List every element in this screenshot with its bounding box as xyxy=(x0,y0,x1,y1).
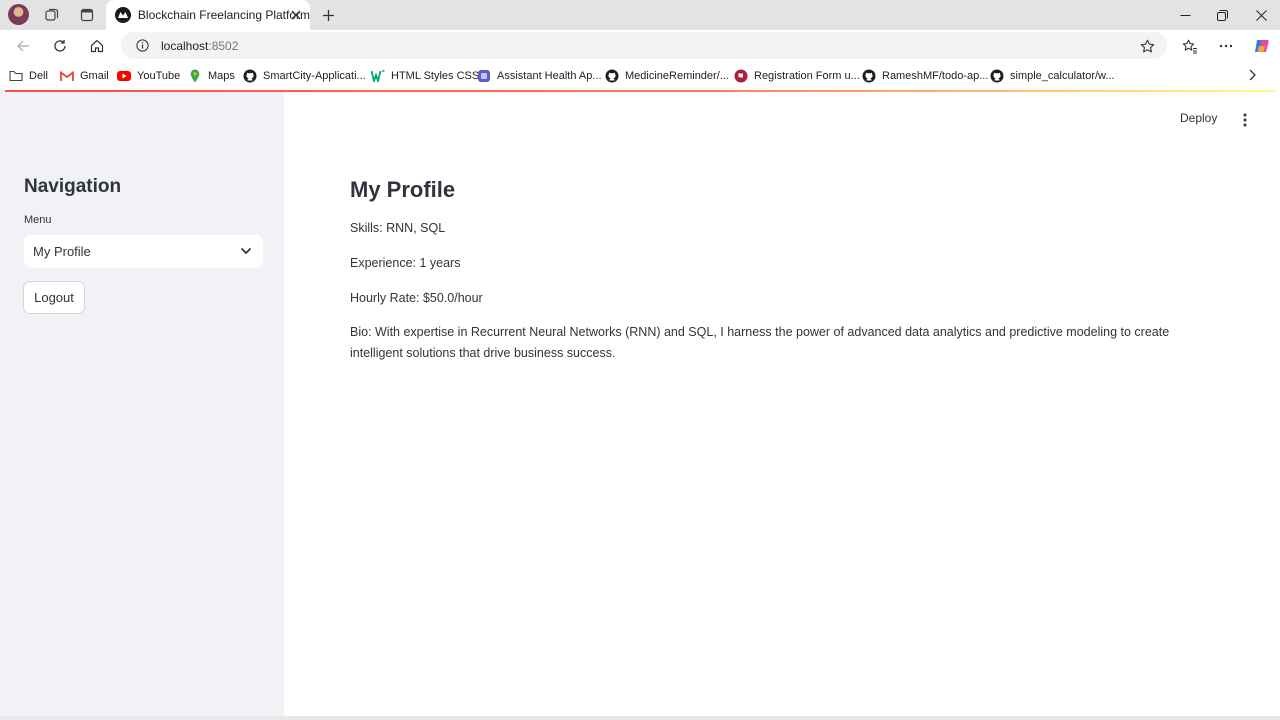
window-bottom-edge xyxy=(0,716,1280,720)
tab-title: Blockchain Freelancing Platform xyxy=(137,8,310,22)
sidebar-heading: Navigation xyxy=(24,176,122,197)
github-icon xyxy=(243,69,257,83)
browser-tab-strip: Blockchain Freelancing Platform xyxy=(0,0,1280,30)
active-tab[interactable]: Blockchain Freelancing Platform xyxy=(106,0,310,30)
bookmark-dell[interactable]: Dell xyxy=(9,68,48,84)
close-window-icon[interactable] xyxy=(1242,0,1280,30)
minimize-icon[interactable] xyxy=(1166,0,1204,30)
site-icon xyxy=(734,69,748,83)
copilot-icon[interactable] xyxy=(1249,33,1275,59)
url-port: :8502 xyxy=(208,38,239,53)
refresh-icon[interactable] xyxy=(47,33,73,59)
address-bar[interactable]: localhost:8502 xyxy=(121,32,1167,59)
bookmark-simple-calculator[interactable]: simple_calculator/w... xyxy=(990,68,1115,84)
menu-select[interactable]: My Profile xyxy=(24,235,263,268)
profile-skills: Skills: RNN, SQL xyxy=(350,221,446,235)
bookmark-maps[interactable]: Maps xyxy=(188,68,235,84)
workspaces-icon[interactable] xyxy=(40,3,64,27)
page-title: My Profile xyxy=(350,177,456,202)
chevron-right-icon[interactable] xyxy=(1244,67,1260,83)
menu-select-value: My Profile xyxy=(33,244,91,259)
more-options-icon[interactable] xyxy=(1213,33,1239,59)
bookmark-smartcity[interactable]: SmartCity-Applicati... xyxy=(243,68,366,84)
github-icon xyxy=(862,69,876,83)
gmail-icon xyxy=(60,69,74,83)
site-info-icon[interactable] xyxy=(135,39,149,53)
w3schools-icon xyxy=(371,69,385,83)
favorites-icon[interactable] xyxy=(1177,33,1203,59)
streamlit-app: Navigation Menu My Profile Logout Deploy… xyxy=(0,90,1280,720)
back-icon[interactable] xyxy=(10,33,36,59)
streamlit-favicon-icon xyxy=(115,7,131,23)
sidebar: Navigation Menu My Profile Logout xyxy=(0,90,284,720)
github-icon xyxy=(605,69,619,83)
profile-experience: Experience: 1 years xyxy=(350,256,461,270)
maps-icon xyxy=(188,69,202,83)
menu-label: Menu xyxy=(24,214,52,226)
bookmark-medicine-reminder[interactable]: MedicineReminder/... xyxy=(605,68,729,84)
main-menu-icon[interactable] xyxy=(1237,112,1253,128)
vertical-tabs-icon[interactable] xyxy=(75,3,99,27)
close-tab-icon[interactable] xyxy=(288,7,304,23)
url-host: localhost xyxy=(161,38,209,53)
youtube-icon xyxy=(117,69,131,83)
folder-icon xyxy=(9,69,23,83)
profile-hourly-rate: Hourly Rate: $50.0/hour xyxy=(350,291,483,305)
deploy-button[interactable]: Deploy xyxy=(1180,111,1217,125)
bookmark-gmail[interactable]: Gmail xyxy=(60,68,109,84)
logout-button[interactable]: Logout xyxy=(23,281,85,314)
favorite-star-icon[interactable] xyxy=(1139,38,1155,54)
chevron-down-icon xyxy=(239,244,253,258)
profile-avatar[interactable] xyxy=(8,4,29,25)
bookmark-assistant-health[interactable]: Assistant Health Ap... xyxy=(477,68,602,84)
github-icon xyxy=(990,69,1004,83)
bookmark-youtube[interactable]: YouTube xyxy=(117,68,180,84)
new-tab-icon[interactable] xyxy=(316,3,340,27)
browser-toolbar: localhost:8502 xyxy=(0,30,1280,61)
header-decoration xyxy=(5,90,1275,92)
bookmark-todo-app[interactable]: RameshMF/todo-ap... xyxy=(862,68,988,84)
restore-icon[interactable] xyxy=(1203,0,1241,30)
bookmarks-bar: Dell Gmail YouTube Maps SmartCity-Applic… xyxy=(0,61,1280,90)
url-text: localhost:8502 xyxy=(161,39,238,53)
bookmark-html-styles[interactable]: HTML Styles CSS xyxy=(371,68,479,84)
app-icon xyxy=(477,69,491,83)
bookmark-registration-form[interactable]: Registration Form u... xyxy=(734,68,860,84)
home-icon[interactable] xyxy=(84,33,110,59)
profile-bio: Bio: With expertise in Recurrent Neural … xyxy=(350,325,1170,360)
